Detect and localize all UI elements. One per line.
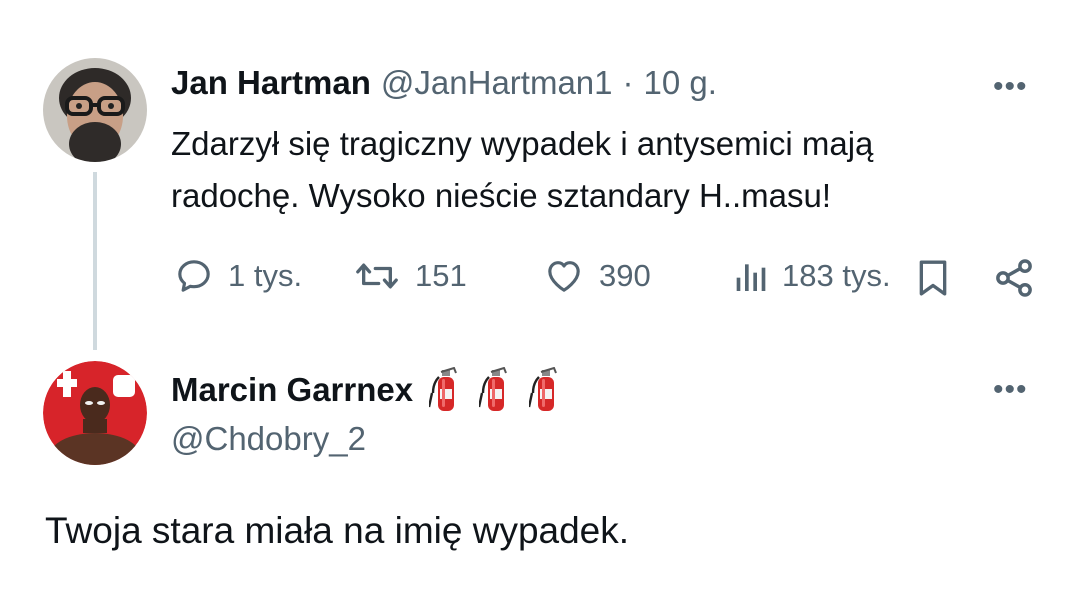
reply-button[interactable]: 1 tys. bbox=[174, 256, 302, 296]
like-count: 390 bbox=[599, 258, 651, 293]
heart-icon bbox=[548, 261, 580, 292]
like-button[interactable]: 390 bbox=[543, 256, 651, 296]
views-button[interactable]: 183 tys. bbox=[730, 256, 891, 296]
more-options-button[interactable]: ••• bbox=[993, 70, 1028, 104]
author-name[interactable]: Marcin Garrnex bbox=[171, 371, 413, 409]
bookmark-button[interactable] bbox=[913, 256, 953, 300]
views-count: 183 tys. bbox=[782, 258, 891, 293]
avatar-photo bbox=[43, 58, 147, 162]
tweet-header: Jan Hartman @JanHartman1 · 10 g. bbox=[171, 64, 717, 102]
tweet-time[interactable]: 10 g. bbox=[644, 64, 717, 102]
tweet-text: Zdarzył się tragiczny wypadek i antysemi… bbox=[171, 118, 1051, 222]
reply-icon bbox=[178, 260, 210, 292]
author-handle[interactable]: @Chdobry_2 bbox=[171, 420, 366, 458]
tweet-text-line: radochę. Wysoko nieście sztandary H..mas… bbox=[171, 177, 831, 214]
retweet-count: 151 bbox=[415, 258, 467, 293]
reply-count: 1 tys. bbox=[228, 258, 303, 293]
retweet-button[interactable]: 151 bbox=[353, 256, 467, 296]
fire-extinguisher-icon bbox=[429, 367, 458, 411]
author-name[interactable]: Jan Hartman bbox=[171, 64, 371, 102]
avatar[interactable] bbox=[43, 58, 147, 162]
retweet-icon bbox=[356, 263, 398, 289]
separator-dot: · bbox=[622, 64, 634, 101]
avatar[interactable] bbox=[43, 361, 147, 465]
bookmark-icon bbox=[919, 260, 947, 296]
views-icon bbox=[736, 264, 766, 291]
more-options-button[interactable]: ••• bbox=[993, 373, 1028, 407]
fire-extinguisher-icon bbox=[529, 367, 558, 411]
reply-text: Twoja stara miała na imię wypadek. bbox=[45, 510, 630, 551]
fire-extinguisher-icon bbox=[479, 367, 508, 411]
author-handle[interactable]: @JanHartman1 bbox=[381, 64, 613, 102]
avatar-photo bbox=[43, 361, 147, 465]
share-icon bbox=[996, 259, 1032, 297]
reply-header: Marcin Garrnex bbox=[171, 367, 559, 413]
tweet-text-line: Zdarzył się tragiczny wypadek i antysemi… bbox=[171, 125, 874, 162]
name-emoji-group bbox=[429, 367, 559, 413]
share-button[interactable] bbox=[992, 256, 1036, 300]
thread-line bbox=[93, 172, 97, 350]
